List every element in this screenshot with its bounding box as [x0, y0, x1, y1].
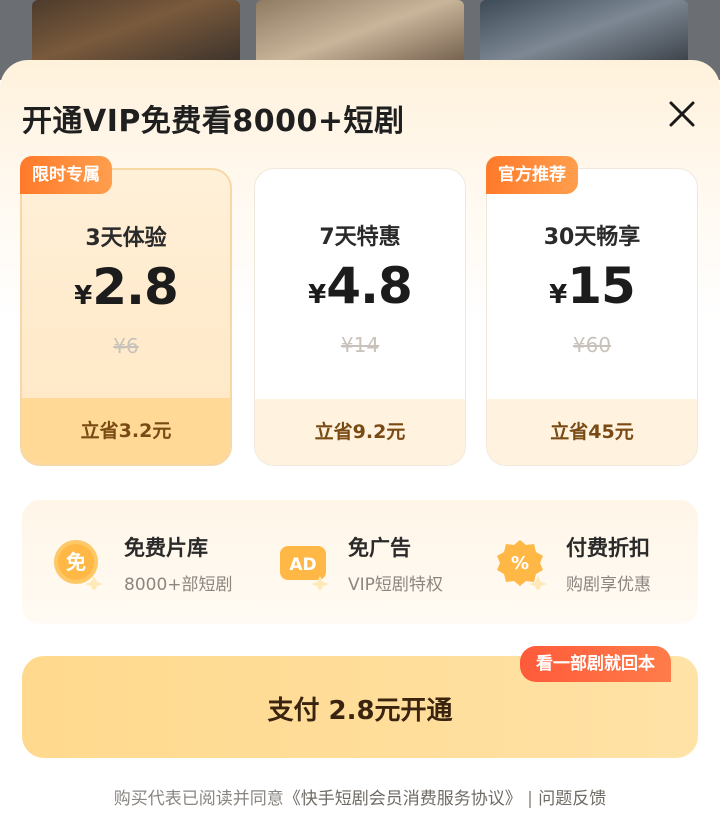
sheet-title: 开通VIP免费看8000+短剧	[22, 104, 405, 139]
pay-button-label: 支付 2.8元开通	[267, 696, 453, 726]
plan-price: ¥2.8	[22, 258, 230, 316]
currency-symbol: ¥	[549, 280, 568, 310]
currency-symbol: ¥	[308, 280, 327, 310]
savings-label: 立省9.2元	[255, 399, 465, 465]
benefit-subtitle: 购剧享优惠	[566, 575, 651, 595]
currency-symbol: ¥	[74, 281, 93, 311]
plan-price: ¥15	[487, 257, 697, 315]
free-icon: 免	[54, 540, 103, 590]
svg-text:AD: AD	[289, 555, 316, 575]
price-value: 4.8	[326, 257, 413, 315]
agreement-prefix: 购买代表已阅读并同意	[113, 789, 284, 809]
plan-card-7day[interactable]: 7天特惠 ¥4.8 ¥14 立省9.2元	[254, 168, 466, 466]
discount-icon: %	[497, 540, 547, 590]
savings-label: 立省3.2元	[22, 398, 230, 464]
plan-price: ¥4.8	[255, 257, 465, 315]
close-icon	[669, 101, 695, 127]
benefit-subtitle: VIP短剧特权	[348, 575, 443, 595]
svg-text:免: 免	[66, 550, 86, 574]
close-button[interactable]	[662, 94, 702, 134]
vip-purchase-sheet: 开通VIP免费看8000+短剧 限时专属 3天体验 ¥2.8 ¥6 立省3.2元…	[0, 60, 720, 834]
plan-badge: 限时专属	[20, 156, 112, 194]
plan-name: 3天体验	[85, 226, 167, 251]
feedback-link[interactable]: 问题反馈	[538, 789, 606, 809]
agreement-link[interactable]: 《快手短剧会员消费服务协议》	[284, 789, 522, 809]
original-price: ¥14	[340, 333, 380, 357]
benefit-title: 付费折扣	[566, 536, 650, 560]
original-price: ¥6	[113, 334, 139, 358]
footer-agreement: 购买代表已阅读并同意《快手短剧会员消费服务协议》 | 问题反馈	[0, 784, 720, 809]
plan-card-30day[interactable]: 30天畅享 ¥15 ¥60 立省45元	[486, 168, 698, 466]
plan-name: 30天畅享	[543, 225, 641, 250]
price-value: 2.8	[92, 258, 179, 316]
plan-name: 7天特惠	[319, 225, 401, 250]
benefit-title: 免广告	[348, 536, 411, 560]
pay-promo-tag: 看一部剧就回本	[520, 646, 671, 682]
plan-card-3day[interactable]: 3天体验 ¥2.8 ¥6 立省3.2元	[20, 168, 232, 466]
benefit-title: 免费片库	[124, 536, 208, 560]
benefit-subtitle: 8000+部短剧	[124, 575, 233, 595]
savings-label: 立省45元	[487, 399, 697, 465]
original-price: ¥60	[572, 333, 612, 357]
footer-separator: |	[527, 789, 533, 809]
price-value: 15	[567, 257, 636, 315]
plan-badge: 官方推荐	[486, 156, 578, 194]
benefits-panel: 免 免费片库 8000+部短剧 AD 免广告 VIP短剧特权 % 付费折扣 购剧…	[22, 500, 698, 624]
svg-text:%: %	[511, 553, 529, 574]
ad-icon: AD	[280, 546, 329, 590]
